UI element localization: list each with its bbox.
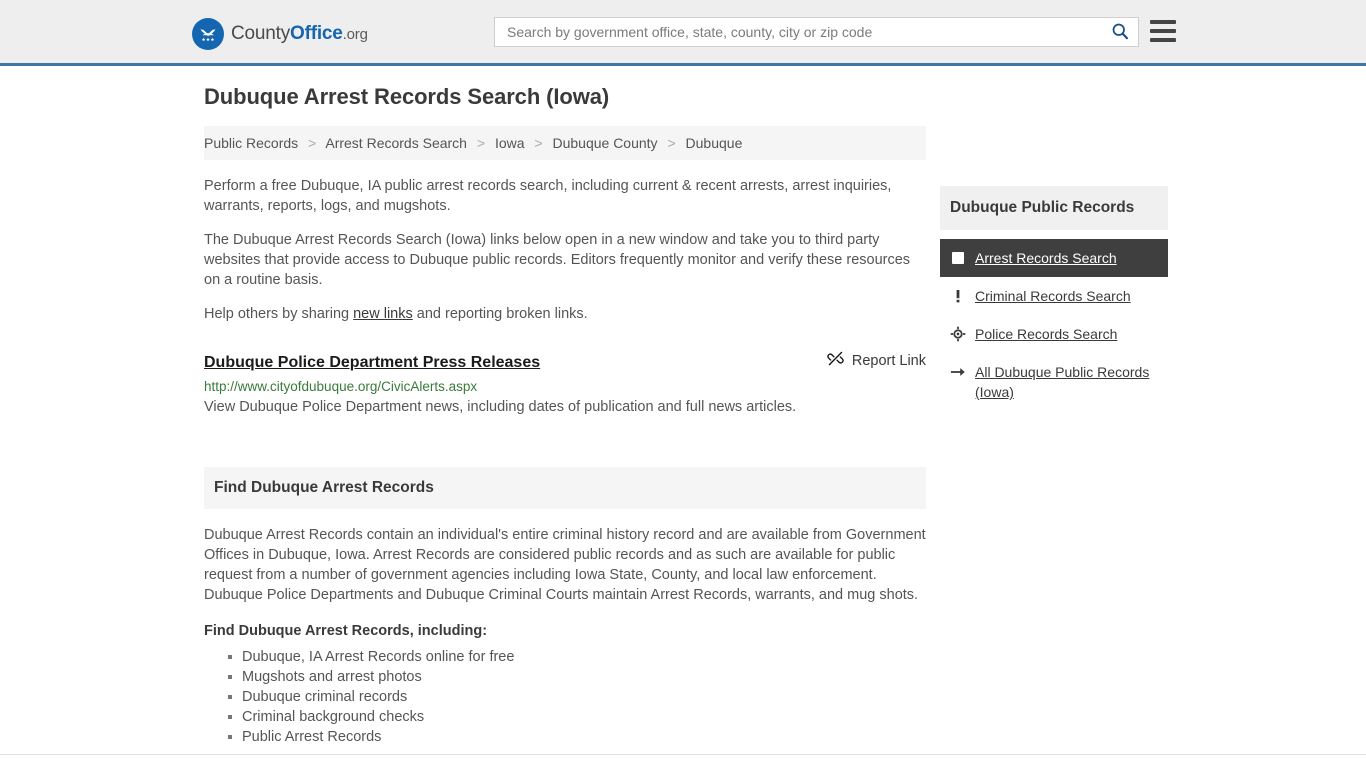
section-body: Dubuque Arrest Records contain an indivi… — [204, 525, 926, 747]
main-content: Dubuque Arrest Records Search (Iowa) Pub… — [204, 84, 926, 747]
sidebar-item-criminal-records-search[interactable]: Criminal Records Search — [940, 277, 1168, 315]
search-input[interactable] — [505, 19, 1108, 45]
sidebar-item-police-records-search[interactable]: Police Records Search — [940, 315, 1168, 353]
hamburger-bar — [1150, 29, 1176, 33]
link-result-title[interactable]: Dubuque Police Department Press Releases — [204, 354, 540, 372]
eagle-emblem-icon — [192, 18, 224, 50]
help-text-after: and reporting broken links. — [412, 306, 588, 322]
breadcrumb-item-arrest-records-search[interactable]: Arrest Records Search — [325, 135, 467, 151]
breadcrumb-item-iowa[interactable]: Iowa — [495, 135, 525, 151]
search-button[interactable] — [1108, 21, 1132, 44]
logo-text-county: County — [231, 23, 291, 44]
sidebar-item-all-dubuque-public-records[interactable]: All Dubuque Public Records (Iowa) — [940, 353, 1168, 411]
breadcrumb-separator: > — [534, 135, 543, 151]
hamburger-menu-icon[interactable] — [1150, 18, 1176, 44]
sidebar-item-label: Arrest Records Search — [975, 250, 1117, 266]
breadcrumb-item-public-records[interactable]: Public Records — [204, 135, 298, 151]
page-body: Dubuque Arrest Records Search (Iowa) Pub… — [0, 66, 1366, 765]
site-logo-text: CountyOffice.org — [231, 23, 368, 45]
footer-divider — [0, 754, 1366, 755]
breadcrumb-item-dubuque[interactable]: Dubuque — [686, 135, 743, 151]
list-item: Dubuque, IA Arrest Records online for fr… — [228, 647, 926, 667]
intro-paragraph-2: The Dubuque Arrest Records Search (Iowa)… — [204, 232, 911, 288]
list-item: Mugshots and arrest photos — [228, 667, 926, 687]
logo-text-office: Office — [290, 23, 343, 44]
page-title: Dubuque Arrest Records Search (Iowa) — [204, 84, 610, 109]
white-square-icon — [950, 248, 966, 268]
sidebar-heading: Dubuque Public Records — [940, 186, 1168, 230]
list-item: Dubuque criminal records — [228, 687, 926, 707]
sidebar-item-label: Police Records Search — [975, 326, 1118, 342]
section-heading: Find Dubuque Arrest Records — [204, 467, 926, 509]
report-link-label: Report Link — [851, 352, 926, 369]
breadcrumb-separator: > — [476, 135, 486, 151]
site-header: CountyOffice.org — [0, 0, 1366, 66]
hamburger-bar — [1150, 20, 1176, 24]
breadcrumb-separator: > — [667, 135, 676, 151]
search-bar[interactable] — [494, 17, 1139, 47]
breadcrumb: Public Records > Arrest Records Search >… — [204, 126, 926, 160]
hamburger-bar — [1150, 38, 1176, 42]
help-text-before: Help others by sharing — [204, 306, 354, 322]
broken-link-icon — [827, 350, 844, 371]
link-result-description: View Dubuque Police Department news, inc… — [204, 399, 797, 415]
site-logo[interactable]: CountyOffice.org — [192, 18, 368, 50]
sidebar-item-arrest-records-search[interactable]: Arrest Records Search — [940, 239, 1168, 277]
new-links-link[interactable]: new links — [353, 306, 413, 322]
link-result-entry: Dubuque Police Department Press Releases… — [204, 350, 926, 415]
breadcrumb-item-dubuque-county[interactable]: Dubuque County — [552, 135, 657, 151]
list-item: Criminal background checks — [228, 707, 926, 727]
list-item: Public Arrest Records — [228, 727, 926, 747]
intro-paragraph-1: Perform a free Dubuque, IA public arrest… — [204, 178, 892, 214]
search-icon — [1110, 21, 1130, 44]
link-result-header-row: Dubuque Police Department Press Releases… — [204, 350, 926, 372]
logo-text-tld: .org — [342, 26, 368, 43]
section-subheading: Find Dubuque Arrest Records, including: — [204, 623, 488, 639]
help-paragraph: Help others by sharing new links and rep… — [204, 304, 926, 324]
arrest-records-list: Dubuque, IA Arrest Records online for fr… — [204, 647, 926, 747]
crosshair-target-icon — [950, 324, 966, 344]
link-result-url: http://www.cityofdubuque.org/CivicAlerts… — [204, 379, 478, 394]
exclamation-icon — [950, 286, 966, 306]
arrow-right-icon — [950, 362, 966, 382]
section-paragraph: Dubuque Arrest Records contain an indivi… — [204, 527, 926, 603]
sidebar-item-label: Criminal Records Search — [975, 288, 1131, 304]
sidebar: Dubuque Public Records Arrest Records Se… — [940, 186, 1168, 411]
report-link-button[interactable]: Report Link — [827, 350, 926, 371]
breadcrumb-separator: > — [308, 135, 317, 151]
sidebar-item-label: All Dubuque Public Records (Iowa) — [975, 364, 1150, 400]
